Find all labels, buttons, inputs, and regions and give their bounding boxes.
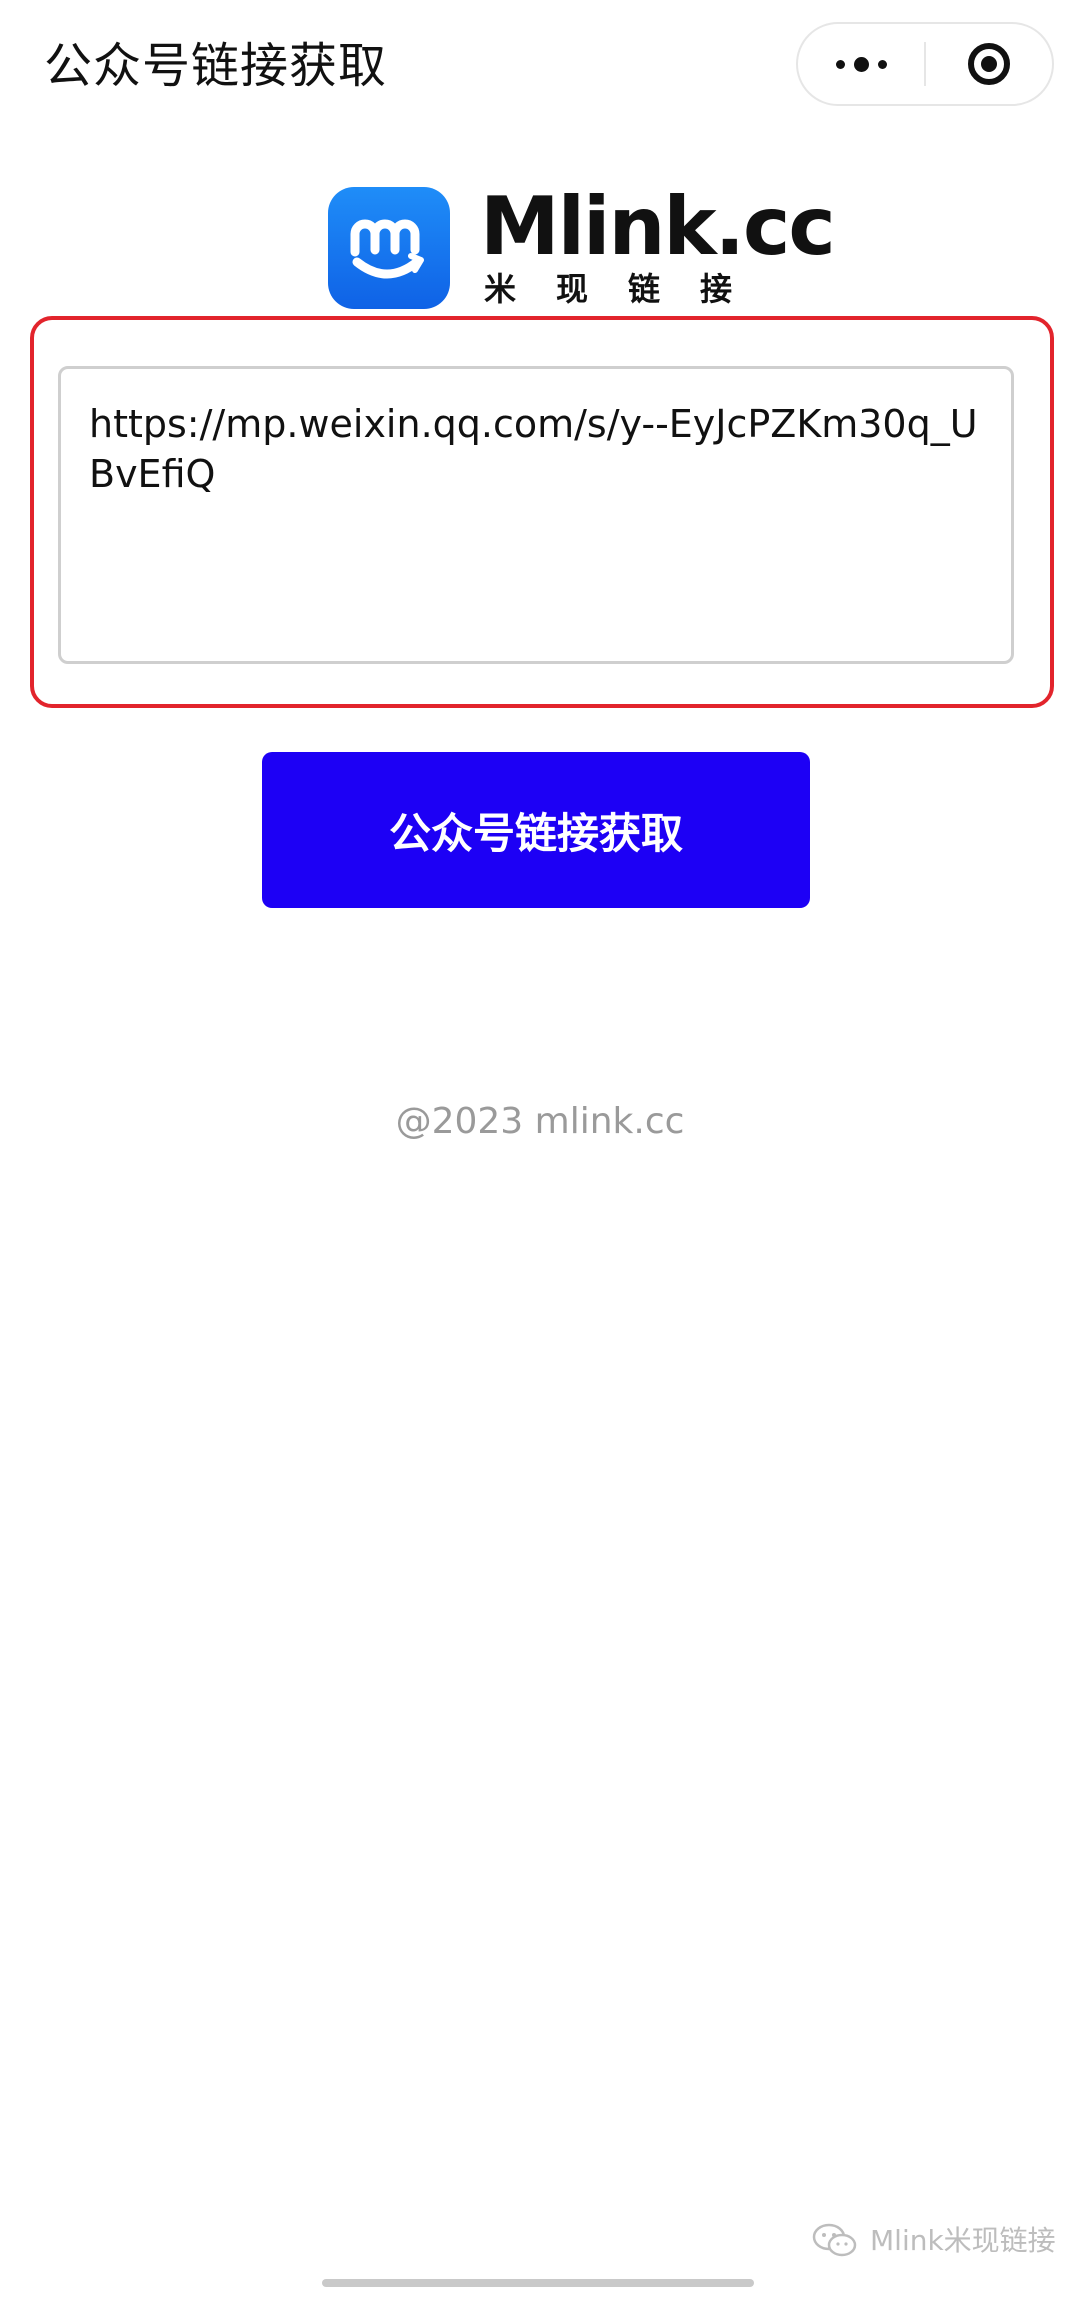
logo-subtitle: 米现链接	[484, 270, 773, 308]
close-button[interactable]	[926, 24, 1052, 104]
logo-name: Mlink.cc	[480, 180, 836, 273]
home-indicator[interactable]	[322, 2279, 754, 2287]
page-title: 公众号链接获取	[44, 38, 388, 94]
mlink-logo-icon	[328, 187, 450, 309]
watermark-text: Mlink米现链接	[870, 2224, 1056, 2257]
capsule-menu	[796, 22, 1054, 106]
page: 公众号链接获取 Mlink.cc 米现链接 https://mp.weixin.…	[0, 0, 1080, 2304]
more-dots-icon	[835, 56, 887, 72]
copyright-text: @2023 mlink.cc	[395, 1101, 685, 1142]
target-close-icon	[967, 43, 1010, 85]
logo-text: Mlink.cc 米现链接	[480, 180, 836, 309]
watermark: Mlink米现链接	[812, 2216, 1056, 2266]
more-button[interactable]	[798, 24, 924, 104]
wechat-icon	[812, 2223, 857, 2257]
url-input[interactable]: https://mp.weixin.qq.com/s/y--EyJcPZKm30…	[58, 366, 1014, 664]
brand-logo: Mlink.cc 米现链接	[328, 180, 836, 310]
get-link-button[interactable]: 公众号链接获取	[262, 752, 810, 908]
